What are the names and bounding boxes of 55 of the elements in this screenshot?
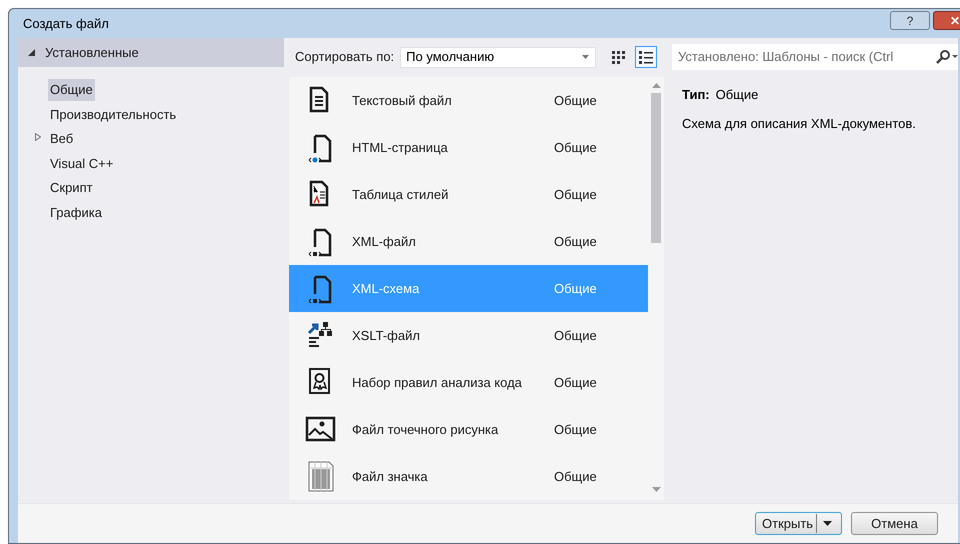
template-name: Набор правил анализа кода: [352, 374, 523, 392]
template-category: Общие: [554, 374, 597, 392]
template-row[interactable]: Файл точечного рисунка Общие: [289, 406, 648, 453]
type-value: Общие: [716, 86, 758, 104]
template-row[interactable]: Таблица стилей Общие: [289, 171, 648, 218]
template-category: Общие: [554, 186, 597, 204]
template-category: Общие: [554, 92, 597, 110]
sort-dropdown[interactable]: По умолчанию: [400, 46, 596, 68]
type-label: Тип:: [682, 86, 710, 104]
expand-arrow-icon[interactable]: [28, 49, 35, 56]
template-category: Общие: [554, 326, 597, 345]
tree-item[interactable]: Графика: [48, 202, 104, 223]
template-name: XML-схема: [352, 280, 420, 298]
caret-icon: [582, 55, 590, 59]
template-name: HTML-страница: [352, 138, 449, 157]
tree-item[interactable]: Веб: [48, 128, 76, 150]
template-category: Общие: [554, 232, 597, 251]
template-row[interactable]: XML-файл Общие: [289, 218, 648, 265]
template-name: XML-файл: [352, 232, 417, 251]
tree-item[interactable]: Производительность: [48, 104, 178, 125]
template-row[interactable]: Текстовый файл Общие: [289, 77, 648, 124]
search-field[interactable]: Установлено: Шаблоны - поиск (Ctrl: [672, 44, 958, 70]
list-icon[interactable]: [639, 50, 654, 64]
sort-label: Сортировать по:: [295, 48, 394, 66]
template-name: Текстовый файл: [352, 92, 453, 110]
expand-arrow-icon[interactable]: [35, 133, 41, 141]
scroll-down-icon[interactable]: [652, 487, 660, 492]
open-split-button[interactable]: Открыть: [755, 512, 842, 535]
scroll-thumb[interactable]: [651, 93, 661, 243]
template-category: Общие: [554, 420, 597, 439]
template-category: Общие: [554, 468, 597, 486]
template-category: Общие: [554, 280, 597, 298]
template-row[interactable]: Файл значка Общие: [289, 453, 648, 500]
close-button[interactable]: ✕: [933, 11, 960, 30]
caret-icon[interactable]: [823, 521, 832, 526]
list-view-button[interactable]: [635, 46, 658, 68]
help-button[interactable]: ?: [890, 11, 930, 30]
tree-item[interactable]: Общие: [48, 79, 95, 100]
tree-item[interactable]: Скрипт: [48, 177, 95, 198]
grid-icon[interactable]: [612, 50, 626, 64]
cancel-button[interactable]: Отмена: [851, 512, 938, 535]
tree-header[interactable]: Установленные: [18, 38, 284, 67]
scroll-up-icon[interactable]: [652, 83, 660, 88]
tree-item[interactable]: Visual C++: [48, 152, 116, 174]
search-icon[interactable]: [936, 50, 958, 64]
window-title: Создать файл: [23, 14, 109, 33]
template-description: Схема для описания XML-документов.: [682, 114, 917, 133]
template-row[interactable]: HTML-страница Общие: [289, 124, 648, 171]
template-name: Таблица стилей: [352, 186, 450, 204]
template-row[interactable]: Набор правил анализа кода Общие: [289, 359, 648, 406]
template-name: XSLT-файл: [352, 326, 421, 345]
template-name: Файл точечного рисунка: [352, 420, 500, 439]
template-row[interactable]: XSLT-файл Общие: [289, 312, 648, 359]
template-category: Общие: [554, 138, 597, 157]
template-name: Файл значка: [352, 468, 429, 486]
